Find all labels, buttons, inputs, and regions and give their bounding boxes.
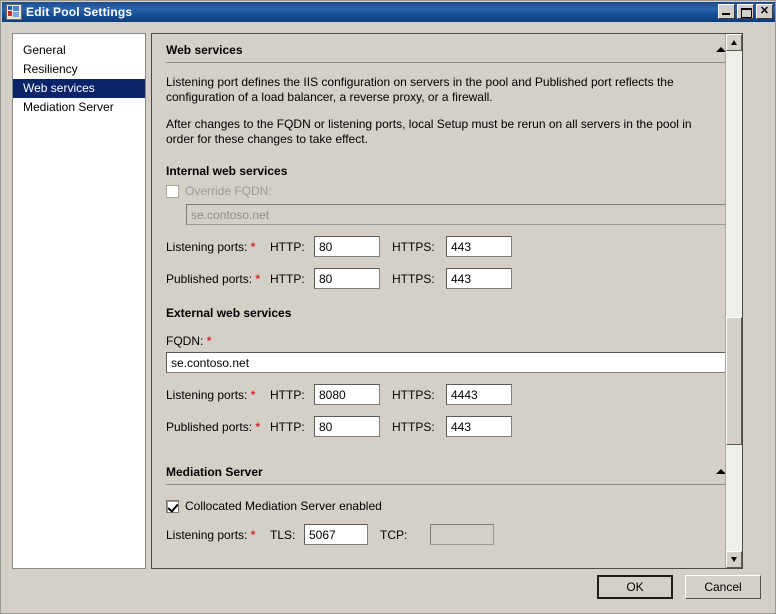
mediation-tls-label: TLS: bbox=[270, 527, 296, 542]
settings-content-inner: Web services Listening port defines the … bbox=[152, 43, 742, 568]
required-asterisk: * bbox=[250, 387, 256, 402]
external-web-services-heading: External web services bbox=[166, 306, 292, 320]
override-fqdn-row: Override FQDN: bbox=[166, 184, 728, 198]
internal-listening-https-label: HTTPS: bbox=[392, 239, 435, 254]
sidebar-item-mediation-server[interactable]: Mediation Server bbox=[13, 98, 145, 117]
required-asterisk: * bbox=[250, 527, 256, 542]
internal-web-services-heading: Internal web services bbox=[166, 164, 288, 178]
required-asterisk: * bbox=[255, 419, 261, 434]
mediation-server-title: Mediation Server bbox=[166, 465, 263, 479]
internal-published-ports-label: Published ports: * bbox=[166, 271, 261, 286]
scroll-down-button[interactable] bbox=[726, 551, 742, 568]
required-asterisk: * bbox=[250, 239, 256, 254]
internal-listening-http-input[interactable] bbox=[314, 236, 380, 257]
minimize-button[interactable] bbox=[718, 4, 735, 19]
external-published-https-input[interactable] bbox=[446, 416, 512, 437]
internal-published-https-input[interactable] bbox=[446, 268, 512, 289]
close-icon: ✕ bbox=[759, 5, 770, 17]
internal-listening-ports-label: Listening ports: * bbox=[166, 239, 256, 254]
external-listening-http-input[interactable] bbox=[314, 384, 380, 405]
window-title: Edit Pool Settings bbox=[26, 5, 133, 19]
web-services-description-2: After changes to the FQDN or listening p… bbox=[166, 117, 692, 146]
mediation-listening-ports-row: Listening ports: * TLS: TCP: bbox=[166, 524, 728, 545]
external-listening-https-input[interactable] bbox=[446, 384, 512, 405]
internal-published-http-input[interactable] bbox=[314, 268, 380, 289]
window-controls: ✕ bbox=[718, 4, 773, 19]
external-listening-ports-row: Listening ports: * HTTP: HTTPS: bbox=[166, 384, 728, 405]
web-services-title: Web services bbox=[166, 43, 243, 57]
title-bar: Edit Pool Settings ✕ bbox=[2, 2, 775, 22]
internal-published-http-label: HTTP: bbox=[270, 271, 305, 286]
external-listening-https-label: HTTPS: bbox=[392, 387, 435, 402]
mediation-tls-input[interactable] bbox=[304, 524, 368, 545]
external-fqdn-input[interactable] bbox=[166, 352, 726, 373]
required-asterisk: * bbox=[255, 271, 261, 286]
close-button[interactable]: ✕ bbox=[756, 4, 773, 19]
required-asterisk: * bbox=[206, 334, 212, 348]
mediation-server-section-header: Mediation Server bbox=[166, 465, 728, 485]
external-fqdn-label: FQDN: * bbox=[166, 334, 212, 348]
cancel-button[interactable]: Cancel bbox=[685, 575, 761, 599]
external-listening-ports-label: Listening ports: * bbox=[166, 387, 256, 402]
content-scrollbar[interactable] bbox=[725, 34, 742, 568]
web-services-section-header: Web services bbox=[166, 43, 728, 63]
pool-settings-icon bbox=[6, 4, 22, 20]
scroll-up-button[interactable] bbox=[726, 34, 742, 51]
internal-listening-https-input[interactable] bbox=[446, 236, 512, 257]
dialog-footer: OK Cancel bbox=[597, 575, 761, 599]
sidebar-item-resiliency[interactable]: Resiliency bbox=[13, 60, 145, 79]
external-listening-http-label: HTTP: bbox=[270, 387, 305, 402]
mediation-tcp-input[interactable] bbox=[430, 524, 494, 545]
internal-published-ports-row: Published ports: * HTTP: HTTPS: bbox=[166, 268, 728, 289]
mediation-listening-ports-label: Listening ports: * bbox=[166, 527, 256, 542]
collocated-mediation-checkbox[interactable] bbox=[166, 499, 179, 513]
override-fqdn-checkbox[interactable] bbox=[166, 184, 179, 198]
edit-pool-settings-window: Edit Pool Settings ✕ General Resiliency … bbox=[0, 0, 776, 614]
sidebar-item-web-services[interactable]: Web services bbox=[13, 79, 145, 98]
collocated-mediation-row: Collocated Mediation Server enabled bbox=[166, 499, 728, 513]
settings-nav-list[interactable]: General Resiliency Web services Mediatio… bbox=[12, 33, 146, 569]
override-fqdn-label: Override FQDN: bbox=[185, 184, 272, 198]
internal-listening-ports-row: Listening ports: * HTTP: HTTPS: bbox=[166, 236, 728, 257]
sidebar-item-general[interactable]: General bbox=[13, 41, 145, 60]
collocated-mediation-label: Collocated Mediation Server enabled bbox=[185, 499, 382, 513]
internal-listening-http-label: HTTP: bbox=[270, 239, 305, 254]
external-published-ports-label: Published ports: * bbox=[166, 419, 261, 434]
maximize-button[interactable] bbox=[737, 4, 754, 19]
scrollbar-thumb[interactable] bbox=[726, 317, 742, 445]
internal-published-https-label: HTTPS: bbox=[392, 271, 435, 286]
web-services-description-1: Listening port defines the IIS configura… bbox=[166, 75, 674, 104]
internal-fqdn-input[interactable] bbox=[186, 204, 726, 225]
settings-content-panel: Web services Listening port defines the … bbox=[151, 33, 743, 569]
external-published-http-input[interactable] bbox=[314, 416, 380, 437]
mediation-tcp-label: TCP: bbox=[380, 527, 408, 542]
external-published-ports-row: Published ports: * HTTP: HTTPS: bbox=[166, 416, 728, 437]
ok-button[interactable]: OK bbox=[597, 575, 673, 599]
external-published-http-label: HTTP: bbox=[270, 419, 305, 434]
external-published-https-label: HTTPS: bbox=[392, 419, 435, 434]
